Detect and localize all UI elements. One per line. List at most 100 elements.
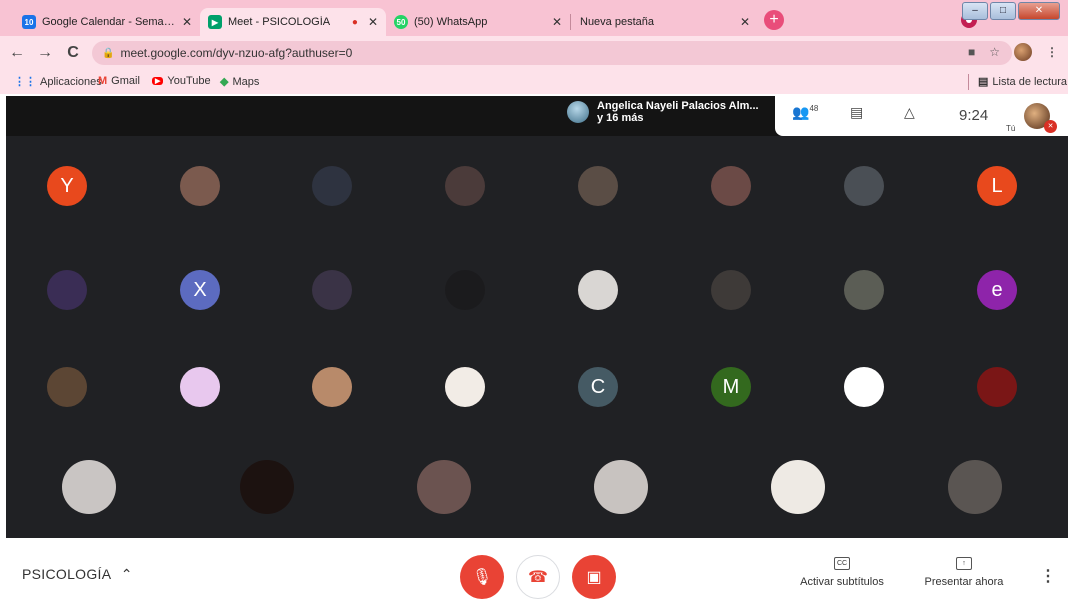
meet-icon: ▶ bbox=[208, 15, 222, 29]
reading-list-icon: ▤ bbox=[978, 76, 989, 88]
participant-avatar[interactable] bbox=[578, 270, 618, 310]
bookmark-separator bbox=[968, 74, 969, 90]
participant-avatar[interactable] bbox=[578, 166, 618, 206]
new-tab-button[interactable]: + bbox=[764, 10, 784, 30]
participant-avatar[interactable] bbox=[711, 166, 751, 206]
whatsapp-icon: 50 bbox=[394, 15, 408, 29]
maps-icon: ◆ bbox=[220, 76, 229, 88]
participant-avatar[interactable] bbox=[312, 270, 352, 310]
close-icon[interactable]: ✕ bbox=[552, 15, 562, 29]
participant-avatar[interactable] bbox=[844, 166, 884, 206]
bookmark-apps[interactable]: ⋮⋮ Aplicaciones bbox=[14, 75, 102, 89]
speaker-name: Angelica Nayeli Palacios Alm... bbox=[597, 100, 759, 112]
recording-dot-icon: ● bbox=[351, 16, 358, 28]
active-speaker: Angelica Nayeli Palacios Alm... y 16 más bbox=[567, 100, 759, 124]
participant-avatar[interactable] bbox=[445, 367, 485, 407]
tab-title: (50) WhatsApp bbox=[414, 16, 488, 28]
youtube-icon: ▶ bbox=[152, 77, 164, 85]
window-controls: – □ ✕ bbox=[962, 2, 1060, 20]
participant-avatar[interactable] bbox=[312, 166, 352, 206]
participant-avatar[interactable] bbox=[844, 367, 884, 407]
maximize-button[interactable]: □ bbox=[990, 2, 1016, 20]
participant-avatar[interactable] bbox=[445, 166, 485, 206]
more-options-icon[interactable]: ⋮ bbox=[1040, 566, 1056, 586]
avatar[interactable] bbox=[1014, 43, 1032, 61]
leave-call-button[interactable]: ☎ bbox=[516, 555, 560, 599]
meeting-details-button[interactable]: PSICOLOGÍA ⌃ bbox=[22, 566, 133, 583]
participant-avatar[interactable] bbox=[445, 270, 485, 310]
participants-button[interactable]: 👥48 bbox=[792, 104, 818, 121]
close-icon[interactable]: ✕ bbox=[740, 15, 750, 29]
tab-title: Nueva pestaña bbox=[580, 16, 654, 28]
bookmark-label: Gmail bbox=[111, 75, 140, 87]
present-button[interactable]: ↑ Presentar ahora bbox=[922, 556, 1006, 588]
participant-avatar[interactable] bbox=[711, 270, 751, 310]
clock: 9:24 bbox=[959, 107, 989, 124]
participant-initial-avatar[interactable]: M bbox=[711, 367, 751, 407]
close-icon[interactable]: ✕ bbox=[368, 15, 378, 29]
camera-off-icon: ▣ bbox=[586, 569, 602, 586]
calendar-icon: 10 bbox=[22, 15, 36, 29]
participant-avatar[interactable] bbox=[771, 460, 825, 514]
participant-initial-avatar[interactable]: e bbox=[977, 270, 1017, 310]
participant-initial-avatar[interactable]: C bbox=[578, 367, 618, 407]
forward-icon[interactable]: → bbox=[34, 44, 56, 62]
participants-count: 48 bbox=[809, 104, 819, 113]
captions-button[interactable]: CC Activar subtítulos bbox=[796, 556, 888, 588]
present-icon: ↑ bbox=[956, 557, 972, 570]
address-bar[interactable]: 🔒 meet.google.com/dyv-nzuo-afg?authuser=… bbox=[92, 41, 1012, 65]
toolbar-icons: ■ ☆ ⋮ bbox=[968, 43, 1058, 61]
mic-off-icon: ✕ bbox=[1044, 120, 1057, 133]
url-text[interactable]: meet.google.com/dyv-nzuo-afg?authuser=0 bbox=[120, 46, 352, 60]
activities-icon: △ bbox=[904, 104, 915, 120]
tab-whatsapp[interactable]: 50 (50) WhatsApp ✕ bbox=[386, 8, 570, 36]
reload-icon[interactable]: C bbox=[62, 44, 84, 62]
window-close-button[interactable]: ✕ bbox=[1018, 2, 1060, 20]
activities-button[interactable]: △ bbox=[904, 104, 915, 121]
participant-avatar[interactable] bbox=[844, 270, 884, 310]
browser-toolbar: ← → C 🔒 meet.google.com/dyv-nzuo-afg?aut… bbox=[0, 36, 1068, 70]
participant-avatar[interactable] bbox=[47, 367, 87, 407]
tab-new[interactable]: Nueva pestaña ✕ bbox=[572, 8, 758, 36]
tab-title: Google Calendar - Semana del 6 bbox=[42, 16, 176, 28]
participant-avatar[interactable] bbox=[180, 166, 220, 206]
back-icon[interactable]: ← bbox=[6, 44, 28, 62]
bookmark-youtube[interactable]: ▶ YouTube bbox=[152, 75, 211, 87]
participant-avatar[interactable] bbox=[180, 367, 220, 407]
tab-separator bbox=[570, 14, 571, 30]
star-icon[interactable]: ☆ bbox=[989, 45, 1000, 59]
participant-initial-avatar[interactable]: Y bbox=[47, 166, 87, 206]
participant-avatar[interactable] bbox=[594, 460, 648, 514]
participant-avatar[interactable] bbox=[62, 460, 116, 514]
reading-list-button[interactable]: ▤ Lista de lectura bbox=[978, 75, 1067, 89]
captions-label: Activar subtítulos bbox=[800, 576, 884, 588]
tab-calendar[interactable]: 10 Google Calendar - Semana del 6 ✕ bbox=[14, 8, 200, 36]
chat-icon: ▤ bbox=[850, 104, 864, 120]
participant-avatar[interactable] bbox=[977, 367, 1017, 407]
bookmark-label: Maps bbox=[232, 75, 260, 88]
tab-meet[interactable]: ▶ Meet - PSICOLOGÍA ● ✕ bbox=[200, 8, 386, 36]
minimize-button[interactable]: – bbox=[962, 2, 988, 20]
close-icon[interactable]: ✕ bbox=[182, 15, 192, 29]
camera-icon[interactable]: ■ bbox=[968, 45, 975, 59]
participant-initial-avatar[interactable]: L bbox=[977, 166, 1017, 206]
camera-toggle-button[interactable]: ▣ bbox=[572, 555, 616, 599]
participant-initial-avatar[interactable]: X bbox=[180, 270, 220, 310]
mic-toggle-button[interactable]: 🎙 bbox=[460, 555, 504, 599]
bookmark-maps[interactable]: ◆ Maps bbox=[220, 75, 260, 89]
chat-button[interactable]: ▤ bbox=[850, 104, 863, 121]
participant-avatar[interactable] bbox=[240, 460, 294, 514]
hangup-icon: ☎ bbox=[528, 569, 548, 586]
avatar bbox=[567, 101, 589, 123]
mic-off-icon: 🎙 bbox=[471, 569, 493, 586]
bookmark-gmail[interactable]: M Gmail bbox=[98, 75, 140, 87]
participant-avatar[interactable] bbox=[417, 460, 471, 514]
bookmark-label: YouTube bbox=[167, 75, 211, 87]
participant-avatar[interactable] bbox=[948, 460, 1002, 514]
participant-avatar[interactable] bbox=[312, 367, 352, 407]
present-label: Presentar ahora bbox=[924, 576, 1004, 588]
people-icon: 👥 bbox=[792, 104, 810, 120]
participant-avatar[interactable] bbox=[47, 270, 87, 310]
menu-icon[interactable]: ⋮ bbox=[1046, 45, 1058, 59]
browser-tabstrip: 10 Google Calendar - Semana del 6 ✕ ▶ Me… bbox=[0, 0, 1068, 36]
